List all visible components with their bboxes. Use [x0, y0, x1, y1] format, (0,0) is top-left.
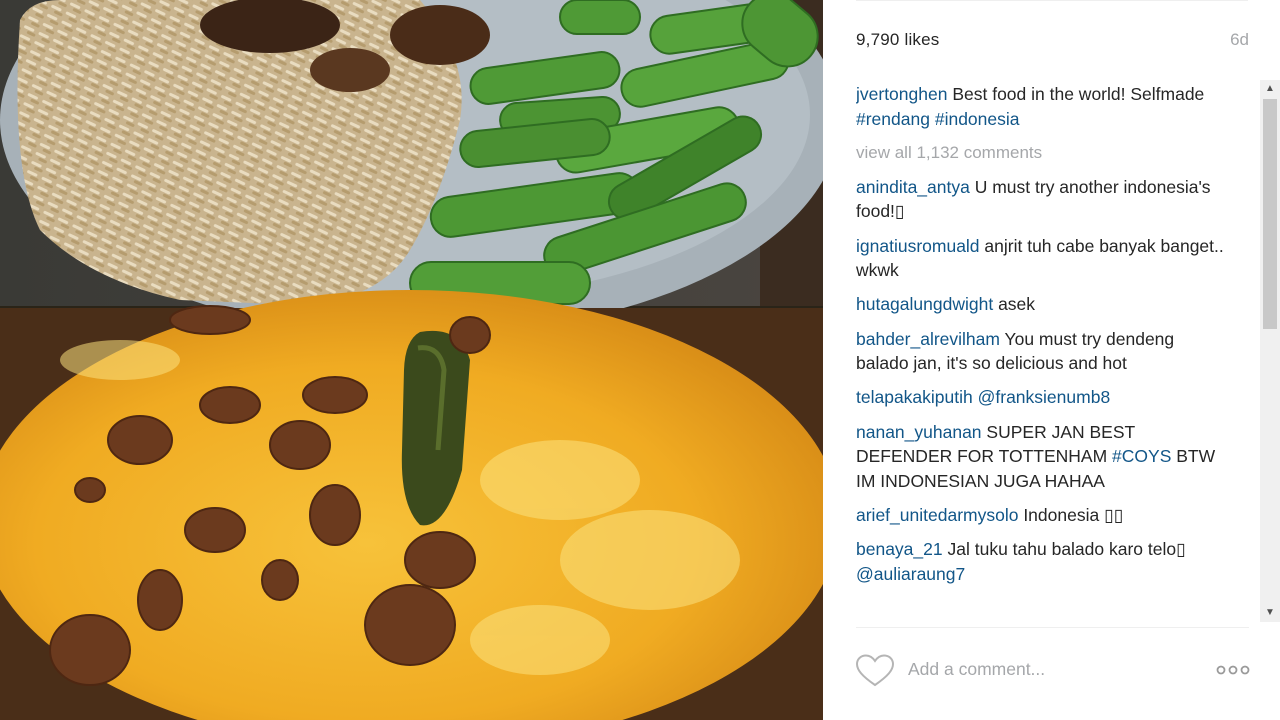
comments-scrollbar[interactable]: ▲ ▼: [1260, 80, 1280, 622]
comment-item: anindita_antya U must try another indone…: [856, 175, 1226, 224]
comment-text: Jal tuku tahu balado karo telo▯: [942, 539, 1186, 560]
comment-username[interactable]: telapakakiputih: [856, 387, 973, 407]
comment-item: hutagalungdwight asek: [856, 292, 1226, 317]
comment-item: telapakakiputih @franksienumb8: [856, 385, 1226, 410]
hashtag-link[interactable]: #COYS: [1112, 446, 1171, 466]
likes-row: 9,790 likes 6d: [856, 30, 1249, 54]
comment-username[interactable]: nanan_yuhanan: [856, 422, 982, 442]
hashtag-link[interactable]: #rendang: [856, 109, 930, 129]
add-comment-row: Add a comment...: [856, 650, 1251, 692]
comment-username[interactable]: arief_unitedarmysolo: [856, 505, 1018, 525]
comment-item: arief_unitedarmysolo Indonesia ▯▯: [856, 503, 1226, 528]
caption-username[interactable]: jvertonghen: [856, 84, 947, 104]
comment-item: nanan_yuhanan SUPER JAN BEST DEFENDER FO…: [856, 420, 1226, 494]
comment-username[interactable]: bahder_alrevilham: [856, 329, 1000, 349]
post-photo[interactable]: [0, 0, 823, 720]
post-timestamp[interactable]: 6d: [1230, 30, 1249, 50]
comment-divider: [856, 627, 1249, 628]
view-all-comments-link[interactable]: view all 1,132 comments: [856, 141, 1226, 165]
hashtag-link[interactable]: #indonesia: [935, 109, 1020, 129]
likes-count[interactable]: 9,790 likes: [856, 30, 939, 50]
mention-link[interactable]: @franksienumb8: [978, 387, 1111, 407]
scrollbar-thumb[interactable]: [1263, 99, 1277, 329]
comment-username[interactable]: anindita_antya: [856, 177, 970, 197]
comment-item: bahder_alrevilham You must try dendeng b…: [856, 327, 1226, 376]
more-options-icon[interactable]: [1215, 660, 1251, 680]
comments-list: jvertonghen Best food in the world! Self…: [856, 82, 1226, 622]
comment-item: benaya_21 Jal tuku tahu balado karo telo…: [856, 537, 1226, 586]
heart-icon[interactable]: [856, 654, 894, 688]
post-details-panel: 9,790 likes 6d jvertonghen Best food in …: [823, 0, 1280, 720]
top-divider: [856, 0, 1248, 1]
comment-text: asek: [993, 294, 1036, 315]
comment-username[interactable]: hutagalungdwight: [856, 294, 993, 314]
mention-link[interactable]: @auliaraung7: [856, 564, 965, 584]
comment-text: Indonesia ▯▯: [1018, 504, 1124, 525]
food-image: [0, 0, 823, 720]
comment-item: ignatiusromuald anjrit tuh cabe banyak b…: [856, 234, 1226, 283]
add-comment-input[interactable]: Add a comment...: [908, 659, 1045, 680]
comment-username[interactable]: ignatiusromuald: [856, 236, 980, 256]
caption: jvertonghen Best food in the world! Self…: [856, 82, 1226, 131]
scroll-down-arrow-icon[interactable]: ▼: [1260, 604, 1280, 622]
scroll-up-arrow-icon[interactable]: ▲: [1260, 80, 1280, 98]
comment-username[interactable]: benaya_21: [856, 539, 943, 559]
caption-text: Best food in the world! Selfmade: [947, 84, 1205, 104]
